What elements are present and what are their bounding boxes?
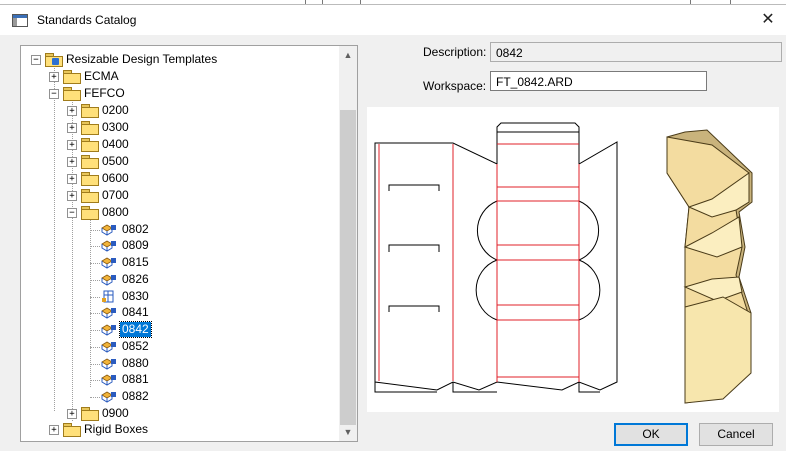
design-template-icon xyxy=(101,256,117,269)
tree-node-label[interactable]: 0830 xyxy=(120,289,151,304)
folder-icon xyxy=(63,423,81,437)
tree-node-label[interactable]: 0700 xyxy=(100,188,131,203)
expand-icon[interactable]: + xyxy=(67,157,77,167)
folder-icon xyxy=(81,138,99,152)
tree-branch-line xyxy=(90,230,100,231)
tree-node-label[interactable]: Rigid Boxes xyxy=(82,422,150,437)
folder-icon xyxy=(81,407,99,421)
folder-icon xyxy=(81,189,99,203)
tree-node-label[interactable]: 0815 xyxy=(120,255,151,270)
design-template-icon xyxy=(101,340,117,353)
design-template-icon xyxy=(101,373,117,386)
expand-icon[interactable]: + xyxy=(49,72,59,82)
tree-node-label[interactable]: 0800 xyxy=(100,205,131,220)
design-template-icon xyxy=(101,239,117,252)
tree-node-label[interactable]: 0809 xyxy=(120,238,151,253)
tree-node-label[interactable]: 0882 xyxy=(120,389,151,404)
folder-icon xyxy=(63,87,81,101)
folder-icon xyxy=(81,121,99,135)
tree-node-label[interactable]: 0881 xyxy=(120,372,151,387)
dieline-top-flap xyxy=(496,122,580,132)
tree-branch-line xyxy=(90,280,100,281)
template-preview xyxy=(367,107,779,412)
tree-node-label[interactable]: 0400 xyxy=(100,137,131,152)
tree-vertical-scrollbar[interactable]: ▲ ▼ xyxy=(339,46,357,441)
catalog-tree[interactable]: − Resizable Design Templates + ECMA − FEFCO +0… xyxy=(20,45,358,442)
folder-icon xyxy=(63,70,81,84)
dieline-bottom-flaps xyxy=(374,382,600,393)
tree-node-label[interactable]: 0841 xyxy=(120,305,151,320)
expand-icon[interactable]: + xyxy=(67,123,77,133)
tree-node-label[interactable]: 0826 xyxy=(120,272,151,287)
workspace-label: Workspace: xyxy=(423,79,487,93)
expand-icon[interactable]: + xyxy=(67,409,77,419)
design-template-icon xyxy=(101,357,117,370)
tree-node-label-selected[interactable]: 0842 xyxy=(119,321,152,338)
tree-node-label[interactable]: 0500 xyxy=(100,154,131,169)
tree-node-label[interactable]: 0802 xyxy=(120,222,151,237)
scroll-thumb[interactable] xyxy=(340,110,356,425)
scroll-up-icon[interactable]: ▲ xyxy=(339,46,357,64)
expand-icon[interactable]: + xyxy=(49,425,59,435)
layout-template-icon xyxy=(101,290,117,303)
dieline-drawing xyxy=(374,122,618,393)
scroll-down-icon[interactable]: ▼ xyxy=(339,423,357,441)
close-button[interactable]: ✕ xyxy=(754,8,782,32)
app-window-icon xyxy=(12,14,28,27)
tree-node-label[interactable]: 0880 xyxy=(120,356,151,371)
ok-button[interactable]: OK xyxy=(614,423,688,446)
description-label: Description: xyxy=(423,45,487,59)
collapse-icon[interactable]: − xyxy=(31,55,41,65)
tree-branch-line xyxy=(90,397,100,398)
dieline-slot-cuts xyxy=(388,184,440,312)
folder-icon xyxy=(81,155,99,169)
cancel-button[interactable]: Cancel xyxy=(699,423,773,446)
display-base xyxy=(684,296,752,404)
collapse-icon[interactable]: − xyxy=(49,89,59,99)
tree-branch-line xyxy=(90,297,100,298)
design-template-icon xyxy=(101,273,117,286)
workspace-field[interactable]: FT_0842.ARD xyxy=(490,71,707,91)
tree-node-label[interactable]: 0900 xyxy=(100,406,131,421)
tree-node-label[interactable]: 0852 xyxy=(120,339,151,354)
folder-icon xyxy=(81,104,99,118)
tree-items: − Resizable Design Templates + ECMA − FEFCO +0… xyxy=(21,46,337,441)
root-folder-icon xyxy=(45,53,63,67)
description-field: 0842 xyxy=(490,42,782,62)
standards-catalog-dialog: Standards Catalog ✕ − Resizable Design Te… xyxy=(0,4,786,451)
expand-icon[interactable]: + xyxy=(67,106,77,116)
tree-branch-line xyxy=(90,313,100,314)
tree-guide-line xyxy=(54,66,55,411)
tree-branch-line xyxy=(90,380,100,381)
tree-node-label[interactable]: Resizable Design Templates xyxy=(64,52,219,67)
tree-branch-line xyxy=(90,364,100,365)
tree-node-label[interactable]: 0200 xyxy=(100,103,131,118)
tree-node-label[interactable]: 0600 xyxy=(100,171,131,186)
tree-branch-line xyxy=(90,330,100,331)
design-template-icon xyxy=(101,306,117,319)
tree-branch-line xyxy=(90,347,100,348)
design-template-icon xyxy=(101,390,117,403)
3d-display-render xyxy=(666,129,753,404)
folder-icon xyxy=(81,172,99,186)
dieline-crease-lines xyxy=(378,143,580,382)
tree-guide-line xyxy=(90,213,91,387)
expand-icon[interactable]: + xyxy=(67,191,77,201)
design-template-icon xyxy=(101,223,117,236)
folder-icon xyxy=(81,206,99,220)
title-bar[interactable]: Standards Catalog ✕ xyxy=(0,5,786,35)
collapse-icon[interactable]: − xyxy=(67,208,77,218)
tree-branch-line xyxy=(90,263,100,264)
expand-icon[interactable]: + xyxy=(67,140,77,150)
tree-node-label[interactable]: 0300 xyxy=(100,120,131,135)
preview-canvas xyxy=(374,122,753,404)
design-template-icon xyxy=(101,323,117,336)
tree-node-label[interactable]: FEFCO xyxy=(82,86,127,101)
dialog-title: Standards Catalog xyxy=(37,13,137,27)
expand-icon[interactable]: + xyxy=(67,174,77,184)
tree-branch-line xyxy=(90,246,100,247)
tree-node-label[interactable]: ECMA xyxy=(82,69,121,84)
